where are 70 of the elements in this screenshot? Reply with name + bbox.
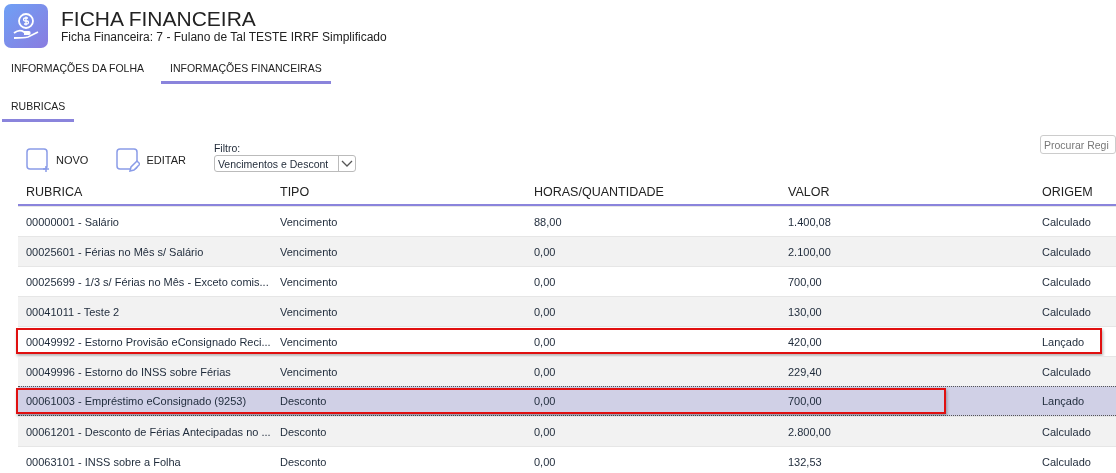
edit-button[interactable]: EDITAR [116,148,186,172]
subtab[interactable]: RUBRICAS [2,98,75,122]
table-cell-text: 00061201 - Desconto de Férias Antecipadas no ... [26,425,272,438]
table-cell-text: Calculado [1042,305,1092,318]
page-title: FICHA FINANCEIRA [61,8,257,30]
table-cell-text: 00061003 - Empréstimo eConsignado (9253) [26,395,248,407]
table-cell-text: 1.400,08 [788,215,832,228]
table-cell-text: Lançado [1042,395,1086,407]
table-cell-text: 0,00 [534,455,557,468]
table-row[interactable]: 00061003 - Empréstimo eConsignado (9253) Desconto 0,00 700,00 Lançado [18,386,1116,416]
column-header: TIPO [280,185,311,199]
new-document-icon [26,148,50,172]
table-cell-text: 0,00 [534,275,557,288]
table-cell-text: Desconto [280,395,328,407]
table-cell-text: Vencimento [280,275,339,288]
table-cell-text: Calculado [1042,425,1092,438]
page-subtitle: Ficha Financeira: 7 - Fulano de Tal TESTE IRRF Simplificado [61,30,387,44]
table-cell-text: 00049992 - Estorno Provisão eConsignado Reci... [26,335,272,348]
table-cell-text: Desconto [280,455,328,468]
table-cell-text: 130,00 [788,305,823,318]
table-cell-text: Vencimento [280,245,339,258]
column-header: VALOR [788,185,831,199]
new-button[interactable]: NOVO [26,148,89,172]
table-cell-text: 00049996 - Estorno do INSS sobre Férias [26,365,232,378]
table-cell-text: Calculado [1042,455,1092,468]
table-cell-text: 0,00 [534,245,557,258]
table-cell-text: Desconto [280,425,328,438]
table-cell-text: 2.800,00 [788,425,832,438]
table-row[interactable]: 00049996 - Estorno do INSS sobre Férias Vencimento 0,00 229,40 Calculado [18,356,1116,386]
table-cell-text: Calculado [1042,275,1092,288]
table-row[interactable]: 00041011 - Teste 2 Vencimento 0,00 130,00 Calculado [18,296,1116,326]
table-row[interactable]: 00063101 - INSS sobre a Folha Desconto 0,00 132,53 Calculado [18,446,1116,473]
column-header: ORIGEM [1042,185,1094,199]
table-cell-text: Vencimento [280,365,339,378]
table-cell-text: Lançado [1042,335,1086,348]
table-cell-text: 132,53 [788,455,823,468]
column-header: HORAS/QUANTIDADE [534,185,665,199]
table-cell-text: 0,00 [534,395,557,407]
table-cell-text: 00041011 - Teste 2 [26,305,121,318]
table-cell-text: 0,00 [534,305,557,318]
table-cell-text: Vencimento [280,335,339,348]
table-cell-text: 0,00 [534,335,557,348]
table-cell-text: 00025601 - Férias no Mês s/ Salário [26,245,205,258]
filter-label: Filtro: [213,142,242,154]
table-cell-text: 0,00 [534,425,557,438]
table-row[interactable]: 00025601 - Férias no Mês s/ Salário Vencimento 0,00 2.100,00 Calculado [18,236,1116,266]
table-cell-text: 700,00 [788,395,823,407]
table-cell-text: Calculado [1042,245,1092,258]
table-cell-text: 700,00 [788,275,823,288]
filter-dropdown[interactable]: Vencimentos e Descont [213,155,356,172]
table-cell-text: 00000001 - Salário [26,215,120,228]
chevron-down-icon [337,156,355,171]
table-cell-text: 229,40 [788,365,823,378]
edit-icon [116,148,141,172]
table-cell-text: 2.100,00 [788,245,832,258]
table-cell-text: Vencimento [280,215,339,228]
table-cell-text: Vencimento [280,305,339,318]
tab[interactable]: INFORMAÇÕES FINANCEIRAS [161,60,331,84]
table-row[interactable]: 00061201 - Desconto de Férias Antecipadas no ... Desconto 0,00 2.800,00 Calculado [18,416,1116,446]
table-cell-text: Calculado [1042,365,1092,378]
table-cell-text: 420,00 [788,335,823,348]
table-cell-text: 00025699 - 1/3 s/ Férias no Mês - Exceto comis... [26,275,270,288]
search-field[interactable]: Procurar Regi [1040,135,1116,154]
table-cell-text: 00063101 - INSS sobre a Folha [26,455,182,468]
table-cell-text: 0,00 [534,365,557,378]
app-logo-icon [4,4,48,48]
table-cell-text: Calculado [1042,215,1092,228]
tab[interactable]: INFORMAÇÕES DA FOLHA [2,60,154,84]
column-header: RUBRICA [26,185,84,199]
table-cell-text: 88,00 [534,215,563,228]
